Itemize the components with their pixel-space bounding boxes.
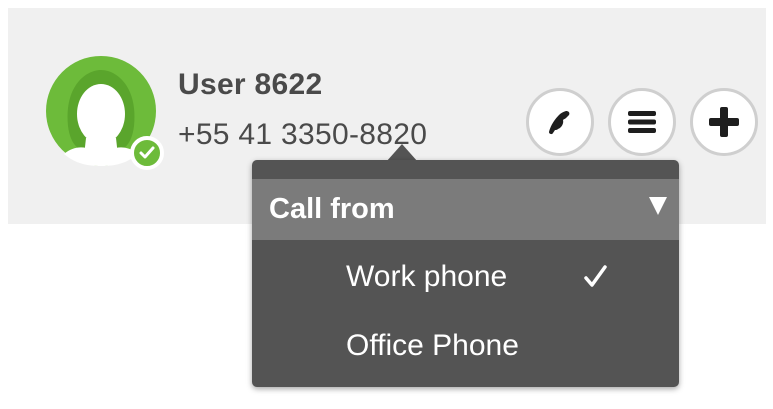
call-from-dropdown: Call from Work phone Office Phone xyxy=(252,160,679,387)
contact-name: User 8622 xyxy=(178,68,323,101)
status-badge xyxy=(130,136,164,170)
contact-card: User 8622 +55 41 3350-8820 Call from Wor… xyxy=(8,8,766,402)
add-button[interactable] xyxy=(690,88,758,156)
menu-button[interactable] xyxy=(608,88,676,156)
check-icon xyxy=(139,146,155,159)
call-from-title: Call from xyxy=(269,193,395,225)
menu-item-label: Work phone xyxy=(346,260,508,293)
plus-icon xyxy=(709,107,739,137)
triangle-down-icon xyxy=(649,197,667,215)
check-icon xyxy=(584,265,607,287)
call-button[interactable] xyxy=(526,88,594,156)
menu-item-office-phone[interactable]: Office Phone xyxy=(252,315,679,381)
phone-icon xyxy=(549,111,570,135)
hamburger-menu-icon xyxy=(628,111,656,133)
avatar[interactable] xyxy=(46,56,164,170)
call-from-header[interactable]: Call from xyxy=(252,179,679,240)
menu-item-work-phone[interactable]: Work phone xyxy=(252,246,679,312)
menu-item-label: Office Phone xyxy=(346,329,519,362)
